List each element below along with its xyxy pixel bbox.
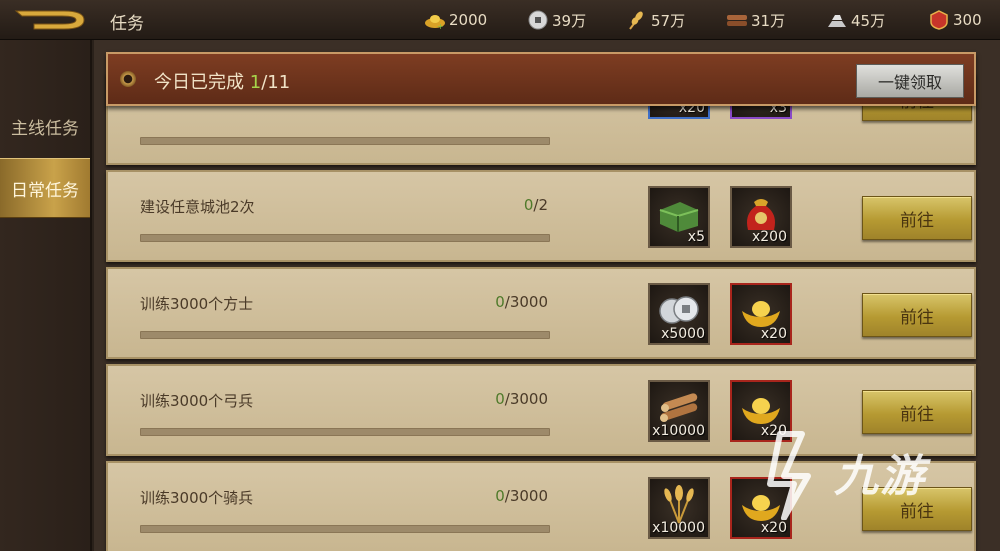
reward-count: x5 xyxy=(687,229,705,245)
coin-icon xyxy=(528,10,548,30)
task-name: 建设任意城池2次 xyxy=(140,198,255,216)
back-arrow-icon xyxy=(14,10,85,30)
task-progress-bar xyxy=(140,137,550,145)
task-list[interactable]: x20 x3 前往 建设任意城池2次 0/2 x5 xyxy=(94,40,1000,551)
reward-slot[interactable]: x10000 xyxy=(648,380,710,442)
reward-count: x20 xyxy=(760,326,787,342)
resource-iron[interactable]: 45万 xyxy=(826,9,885,31)
resource-wood[interactable]: 31万 xyxy=(726,9,785,31)
nav-item-daily-quest[interactable]: 日常任务 xyxy=(0,158,90,218)
task-progress-bar xyxy=(140,525,550,533)
silver-coins-icon xyxy=(659,296,699,324)
task-name: 训练3000个方士 xyxy=(140,295,254,313)
wheat-icon xyxy=(664,485,694,524)
resource-badge-value: 300 xyxy=(953,11,982,29)
task-name: 训练3000个骑兵 xyxy=(140,489,254,507)
task-progress-bar xyxy=(140,428,550,436)
go-button[interactable]: 前往 xyxy=(862,196,972,240)
task-progress-bar xyxy=(140,234,550,242)
task-name: 训练3000个弓兵 xyxy=(140,392,254,410)
task-progress-text: 0/3000 xyxy=(495,293,548,311)
top-bar: 任务 + 2000 39万 57万 31万 45万 300 xyxy=(0,0,1000,40)
reward-slot[interactable]: x10000 xyxy=(648,477,710,539)
nav-item-label: 主线任务 xyxy=(11,118,79,139)
reward-slot[interactable]: x20 xyxy=(730,380,792,442)
svg-text:+: + xyxy=(437,22,444,30)
reward-slot[interactable]: x200 xyxy=(730,186,792,248)
reward-count: x5000 xyxy=(661,326,705,342)
grain-icon xyxy=(629,11,643,30)
task-card: 训练3000个弓兵 0/3000 x10000 x20 前往 xyxy=(106,364,976,456)
side-nav: 主线任务 日常任务 xyxy=(0,40,92,551)
completion-summary: 今日已完成 1/11 xyxy=(154,72,291,93)
wood-icon xyxy=(727,15,747,26)
resource-gold[interactable]: + 2000 xyxy=(424,9,487,31)
resource-coin[interactable]: 39万 xyxy=(527,9,586,31)
claim-all-button[interactable]: 一键领取 xyxy=(856,64,964,98)
task-card: 训练3000个骑兵 0/3000 x10000 x20 前往 xyxy=(106,461,976,551)
task-card: 训练3000个方士 0/3000 x5000 x20 前往 xyxy=(106,267,976,359)
reward-count: x20 xyxy=(760,520,787,536)
reward-slot[interactable]: x5 xyxy=(648,186,710,248)
resource-grain[interactable]: 57万 xyxy=(626,9,685,31)
iron-icon xyxy=(828,15,846,27)
task-progress-text: 0/3000 xyxy=(495,390,548,408)
wood-logs-icon xyxy=(660,393,698,422)
reward-slot[interactable]: x20 xyxy=(730,283,792,345)
reward-count: x200 xyxy=(751,229,787,245)
green-gift-box-icon xyxy=(659,202,699,232)
gold-ingot-icon xyxy=(742,301,780,327)
resource-badge[interactable]: 300 xyxy=(928,9,982,31)
resource-gold-value: 2000 xyxy=(449,11,488,29)
reward-slot[interactable]: x5000 xyxy=(648,283,710,345)
go-button[interactable]: 前往 xyxy=(862,487,972,531)
nav-item-main-quest[interactable]: 主线任务 xyxy=(0,96,90,156)
go-button[interactable]: 前往 xyxy=(862,390,972,434)
nav-item-label: 日常任务 xyxy=(11,180,79,201)
page-title: 任务 xyxy=(110,14,144,34)
reward-count: x20 xyxy=(760,423,787,439)
badge-icon xyxy=(930,10,948,30)
resource-wood-value: 31万 xyxy=(751,11,786,30)
task-card: 建设任意城池2次 0/2 x5 x200 前往 xyxy=(106,170,976,262)
bullet-icon xyxy=(120,71,136,87)
back-button[interactable] xyxy=(14,7,88,31)
red-pouch-icon xyxy=(747,199,775,230)
reward-count: x10000 xyxy=(652,423,705,439)
task-progress-text: 0/3000 xyxy=(495,487,548,505)
resource-coin-value: 39万 xyxy=(552,11,587,30)
resource-iron-value: 45万 xyxy=(851,11,886,30)
resource-grain-value: 57万 xyxy=(651,11,686,30)
daily-summary-banner: 今日已完成 1/11 一键领取 xyxy=(106,52,976,106)
task-progress-bar xyxy=(140,331,550,339)
reward-count: x10000 xyxy=(652,520,705,536)
reward-slot[interactable]: x20 xyxy=(730,477,792,539)
go-button[interactable]: 前往 xyxy=(862,293,972,337)
gold-ingot-icon xyxy=(742,398,780,424)
gold-ingot-icon: + xyxy=(425,15,445,30)
gold-ingot-icon xyxy=(742,495,780,521)
task-progress-text: 0/2 xyxy=(523,196,548,214)
